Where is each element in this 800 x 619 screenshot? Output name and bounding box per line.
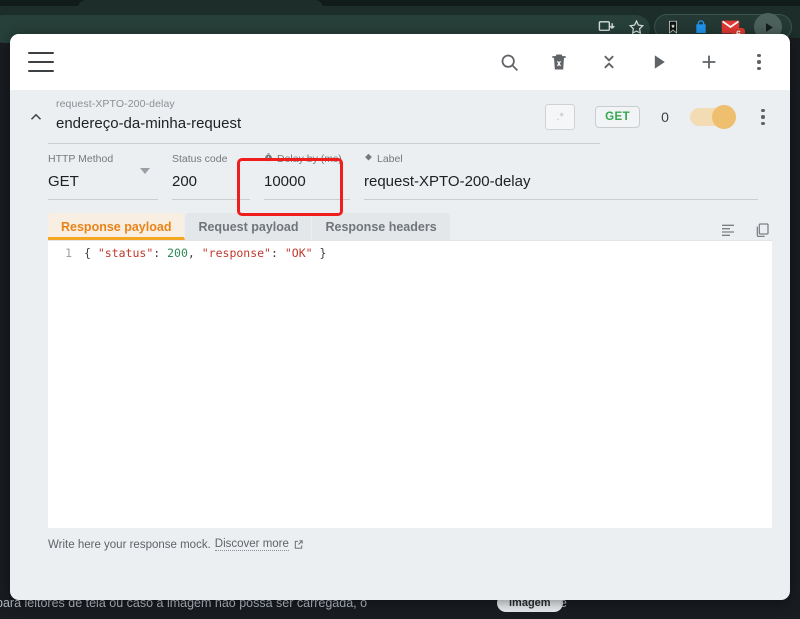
timer-icon	[264, 153, 273, 165]
toggle-knob	[712, 105, 736, 129]
http-method-value: GET	[48, 173, 79, 190]
code-token: "response"	[201, 246, 271, 260]
enable-toggle[interactable]	[690, 105, 736, 129]
code-token: 200	[167, 246, 188, 260]
status-code-label: Status code	[172, 153, 228, 165]
code-editor[interactable]: 1 { "status": 200, "response": "OK" }	[48, 240, 772, 528]
app-toolbar	[10, 34, 790, 90]
search-icon[interactable]	[496, 49, 522, 75]
request-titles: request-XPTO-200-delay endereço-da-minha…	[56, 97, 242, 135]
copy-icon[interactable]	[752, 220, 772, 240]
code-token: ,	[187, 246, 202, 260]
tabs-actions	[718, 220, 772, 240]
label-field-label: Label	[364, 152, 758, 166]
code-line: 1 { "status": 200, "response": "OK" }	[48, 241, 772, 260]
toolbar-actions	[496, 49, 772, 75]
request-subtitle: request-XPTO-200-delay	[56, 97, 175, 110]
hit-count: 0	[661, 109, 669, 125]
collapse-chevron-icon[interactable]	[24, 105, 48, 129]
mock-request-panel: request-XPTO-200-delay endereço-da-minha…	[10, 34, 790, 600]
field-underline	[264, 199, 350, 200]
filter-input[interactable]: .*	[545, 104, 576, 130]
field-underline	[48, 199, 158, 200]
code-token: :	[271, 246, 285, 260]
chevron-down-icon[interactable]	[140, 168, 150, 174]
format-code-icon[interactable]	[718, 220, 738, 240]
tab-response-payload[interactable]: Response payload	[48, 213, 186, 240]
field-underline	[172, 199, 250, 200]
field-underline	[364, 199, 758, 200]
request-more-options-icon[interactable]	[754, 107, 772, 127]
delay-label-text: Delay by (ms)	[277, 153, 342, 165]
tag-icon	[364, 153, 373, 165]
fields-row: HTTP Method GET Status code 200 Delay by…	[10, 144, 790, 202]
code-token: }	[312, 246, 327, 260]
browser-chrome: 6	[0, 0, 800, 43]
label-field-label-text: Label	[377, 153, 403, 165]
request-title: endereço-da-minha-request	[56, 114, 242, 132]
status-code-field[interactable]: Status code 200	[172, 152, 264, 202]
payload-tabs: Response payload Request payload Respons…	[48, 210, 772, 240]
tab-response-headers[interactable]: Response headers	[312, 213, 451, 240]
code-token: "OK"	[284, 246, 313, 260]
tab-request-payload[interactable]: Request payload	[185, 213, 313, 240]
delay-field[interactable]: Delay by (ms) 10000	[264, 152, 364, 202]
line-number: 1	[65, 246, 72, 260]
method-badge: GET	[595, 106, 640, 128]
delay-label: Delay by (ms)	[264, 152, 350, 166]
code-token: "status"	[97, 246, 154, 260]
status-code-value: 200	[172, 173, 198, 190]
external-link-icon[interactable]	[293, 539, 304, 550]
editor-hint: Write here your response mock.	[48, 538, 211, 551]
code-token: :	[153, 246, 168, 260]
http-method-label: HTTP Method	[48, 153, 114, 165]
request-header: request-XPTO-200-delay endereço-da-minha…	[10, 90, 790, 144]
request-header-actions: .* GET 0	[545, 104, 772, 130]
code-content[interactable]: { "status": 200, "response": "OK" }	[84, 246, 326, 260]
code-token: {	[84, 246, 98, 260]
http-method-field[interactable]: HTTP Method GET	[48, 152, 172, 202]
more-options-icon[interactable]	[746, 49, 772, 75]
menu-icon[interactable]	[28, 52, 54, 72]
editor-footer: Write here your response mock. Discover …	[48, 538, 772, 551]
collapse-all-icon[interactable]	[596, 49, 622, 75]
add-icon[interactable]	[696, 49, 722, 75]
discover-more-link[interactable]: Discover more	[214, 538, 289, 551]
label-field[interactable]: Label request-XPTO-200-delay	[364, 152, 772, 202]
delay-value: 10000	[264, 173, 306, 190]
label-value: request-XPTO-200-delay	[364, 173, 531, 190]
delete-all-icon[interactable]	[546, 49, 572, 75]
run-icon[interactable]	[646, 49, 672, 75]
